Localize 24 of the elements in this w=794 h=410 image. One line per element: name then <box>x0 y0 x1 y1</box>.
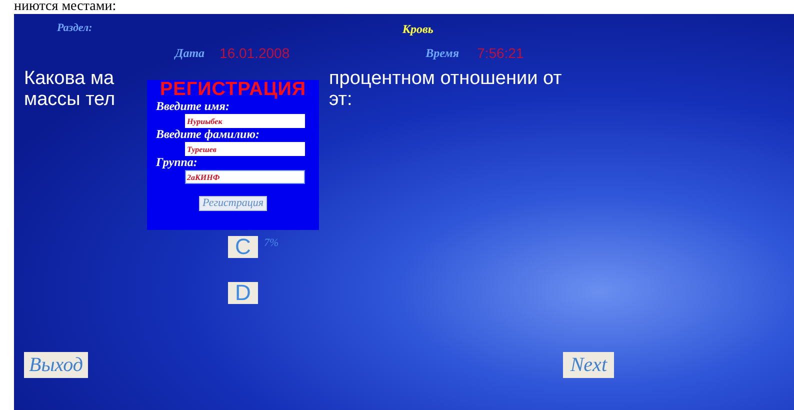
question-text: Какова ма <box>24 68 116 89</box>
text-field[interactable]: Турешев <box>185 142 305 156</box>
answer-button[interactable]: D <box>228 282 258 304</box>
exit-button[interactable]: Выход <box>24 352 88 378</box>
question-text: массы тел <box>24 89 116 110</box>
field-label: Введите имя: <box>156 100 230 113</box>
field-label: Группа: <box>156 156 198 169</box>
field-label: Введите фамилию: <box>156 128 260 141</box>
answer-button[interactable]: C <box>228 236 258 258</box>
document-text: ниются местами: <box>14 0 116 14</box>
section-label: Раздел: <box>57 21 92 36</box>
time-label: Время <box>426 45 460 62</box>
time-value: 7:56:21 <box>477 44 524 62</box>
date-label: Дата <box>175 45 205 62</box>
question-text: эт: <box>329 89 352 110</box>
answer-text: 7% <box>264 236 279 250</box>
text-field[interactable]: Нуриыбек <box>185 114 305 128</box>
section-value: Кровь <box>402 21 434 38</box>
date-value: 16.01.2008 <box>220 44 290 62</box>
next-button[interactable]: Next <box>563 352 614 378</box>
question-text: процентном отношении от <box>329 68 562 89</box>
dialog-title: РЕГИСТРАЦИЯ <box>160 80 306 100</box>
register-button[interactable]: Регистрация <box>198 196 268 211</box>
text-field[interactable]: 2аКИНФ <box>185 170 305 184</box>
